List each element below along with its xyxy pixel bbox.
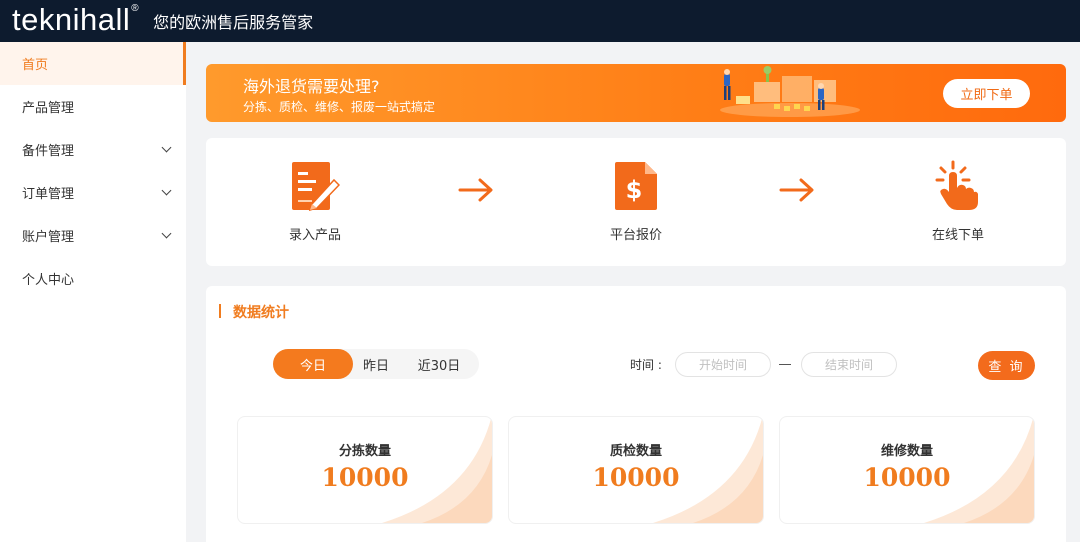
sidebar-item-label: 产品管理 [22,101,75,116]
sidebar: 首页 产品管理 备件管理 订单管理 账户管理 个人中心 [0,42,186,542]
banner-subtitle: 分拣、质检、维修、报废一站式搞定 [243,100,436,114]
arrow-right-icon [458,178,493,202]
query-button[interactable]: 查 询 [978,351,1035,380]
process-steps-panel: 录入产品 $ 平台报价 在线下单 [206,138,1066,266]
tab-today[interactable]: 今日 [273,349,353,379]
dollar-document-icon: $ [615,162,657,210]
promo-banner: 海外退货需要处理? 分拣、质检、维修、报废一站式搞定 立即下单 [206,64,1066,122]
step-enter-product: 录入产品 [255,160,375,243]
tab-last-30-days[interactable]: 近30日 [399,349,479,379]
sidebar-item-account[interactable]: 账户管理 [0,214,186,257]
svg-text:$: $ [626,176,643,204]
stat-value: 10000 [321,463,409,492]
stat-card-repair: 维修数量 10000 [779,416,1035,524]
order-now-button[interactable]: 立即下单 [943,79,1030,108]
step-label: 录入产品 [288,228,341,243]
sidebar-item-spare-parts[interactable]: 备件管理 [0,128,186,171]
edit-document-icon [292,162,340,212]
logo-text: teknihall [12,1,131,37]
stat-card-sorting: 分拣数量 10000 [237,416,493,524]
sidebar-item-profile[interactable]: 个人中心 [0,257,186,300]
logo-registered-mark: ® [131,2,140,14]
stat-value: 10000 [863,463,951,492]
date-range-separator [779,364,791,365]
section-title: 数据统计 [233,305,289,321]
chevron-down-icon [161,185,172,196]
logo[interactable]: teknihall® [12,1,140,37]
stat-label: 分拣数量 [338,444,391,459]
step-platform-quote: $ 平台报价 [576,160,696,243]
step-label: 在线下单 [931,228,984,243]
sidebar-item-label: 首页 [22,58,49,73]
step-label: 平台报价 [609,228,662,243]
banner-title: 海外退货需要处理? [243,77,380,96]
end-date-input[interactable] [801,352,897,377]
start-date-input[interactable] [675,352,771,377]
tab-yesterday[interactable]: 昨日 [353,349,399,379]
warehouse-workers-illustration [720,66,860,117]
time-label: 时间 : [630,358,662,372]
arrow-right-icon [779,178,814,202]
stat-label: 质检数量 [609,444,662,459]
sidebar-item-home[interactable]: 首页 [0,42,186,85]
tap-hand-icon [935,160,978,210]
sidebar-item-label: 备件管理 [22,144,75,159]
top-bar: teknihall® 您的欧洲售后服务管家 [0,0,1080,42]
sidebar-item-label: 订单管理 [22,187,75,202]
tagline: 您的欧洲售后服务管家 [153,13,314,32]
chevron-down-icon [161,228,172,239]
sidebar-item-label: 个人中心 [22,273,75,288]
sidebar-item-products[interactable]: 产品管理 [0,85,186,128]
sidebar-item-label: 账户管理 [22,230,75,245]
stat-label: 维修数量 [880,444,933,459]
stat-card-quality-check: 质检数量 10000 [508,416,764,524]
date-range-tabs: 今日 昨日 近30日 [273,349,479,379]
sidebar-item-orders[interactable]: 订单管理 [0,171,186,214]
stat-value: 10000 [592,463,680,492]
chevron-down-icon [161,142,172,153]
step-order-online: 在线下单 [898,160,1018,243]
section-title-bar [219,304,221,318]
data-statistics-panel: 数据统计 今日 昨日 近30日 时间 : 查 询 分拣数量 10000 质检数量… [206,286,1066,542]
